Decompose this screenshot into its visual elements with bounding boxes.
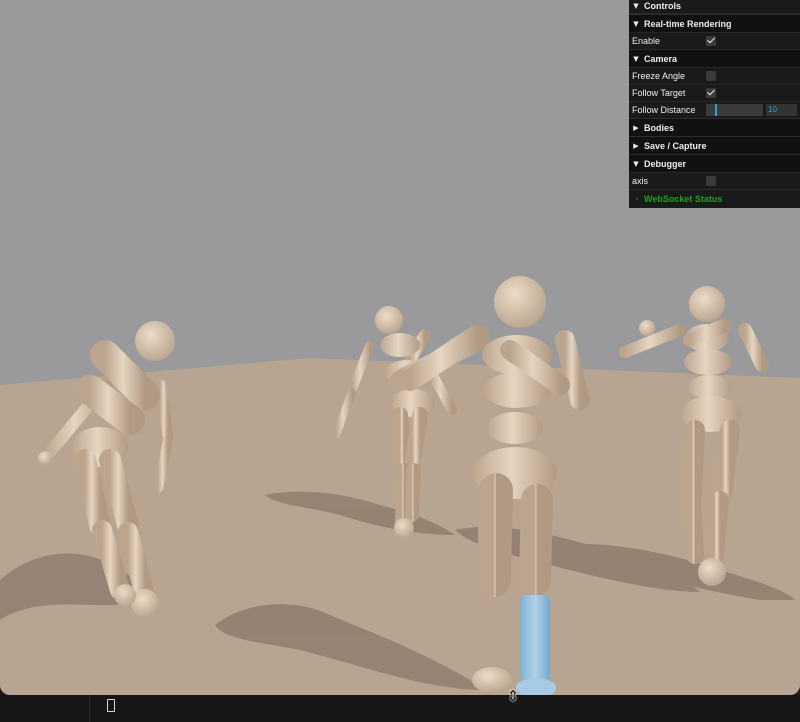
- chevron-down-icon: ▼: [633, 54, 639, 63]
- folder-bodies-label: Bodies: [644, 122, 675, 133]
- folder-realtime-rendering[interactable]: ▼ Real-time Rendering: [629, 14, 800, 32]
- folder-save-label: Save / Capture: [644, 140, 707, 151]
- chevron-right-icon: ▶: [633, 141, 639, 150]
- chevron-down-icon: ▼: [633, 159, 639, 168]
- chevron-right-icon: ›: [635, 195, 639, 203]
- follow-target-checkbox[interactable]: [706, 88, 716, 98]
- controls-panel: ▼ Controls ▼ Real-time Rendering Enable …: [629, 0, 800, 208]
- freeze-angle-label: Freeze Angle: [632, 71, 686, 81]
- chevron-right-icon: ▶: [633, 123, 639, 132]
- follow-distance-slider[interactable]: [706, 104, 763, 116]
- controls-header[interactable]: ▼ Controls: [629, 0, 800, 14]
- toolbar-divider: [89, 695, 90, 722]
- freeze-angle-row: Freeze Angle: [629, 67, 800, 84]
- folder-camera-label: Camera: [644, 53, 678, 64]
- chevron-down-icon: ▼: [633, 2, 639, 10]
- resize-vertical-icon[interactable]: ⇕: [505, 688, 521, 704]
- bottom-toolbar: [0, 695, 800, 722]
- folder-debugger[interactable]: ▼ Debugger: [629, 154, 800, 172]
- folder-camera[interactable]: ▼ Camera: [629, 49, 800, 67]
- axis-row: axis: [629, 172, 800, 189]
- enable-label: Enable: [632, 36, 661, 46]
- window-glyph-icon[interactable]: [107, 699, 115, 712]
- chevron-down-icon: ▼: [633, 19, 639, 28]
- axis-label: axis: [632, 176, 649, 186]
- axis-checkbox[interactable]: [706, 176, 716, 186]
- folder-bodies[interactable]: ▶ Bodies: [629, 118, 800, 136]
- websocket-status-label: WebSocket Status: [644, 194, 723, 204]
- follow-distance-label: Follow Distance: [632, 105, 696, 115]
- follow-target-row: Follow Target: [629, 84, 800, 101]
- follow-target-label: Follow Target: [632, 88, 686, 98]
- folder-save-capture[interactable]: ▶ Save / Capture: [629, 136, 800, 154]
- enable-checkbox[interactable]: [706, 36, 716, 46]
- follow-distance-row: Follow Distance 10: [629, 101, 800, 118]
- folder-realtime-label: Real-time Rendering: [644, 18, 732, 29]
- slider-thumb[interactable]: [715, 104, 717, 116]
- freeze-angle-checkbox[interactable]: [706, 71, 716, 81]
- controls-title: Controls: [644, 1, 681, 11]
- websocket-status-folder[interactable]: › WebSocket Status: [629, 189, 800, 208]
- enable-row: Enable: [629, 32, 800, 49]
- follow-distance-input[interactable]: 10: [766, 104, 797, 116]
- folder-debugger-label: Debugger: [644, 158, 687, 169]
